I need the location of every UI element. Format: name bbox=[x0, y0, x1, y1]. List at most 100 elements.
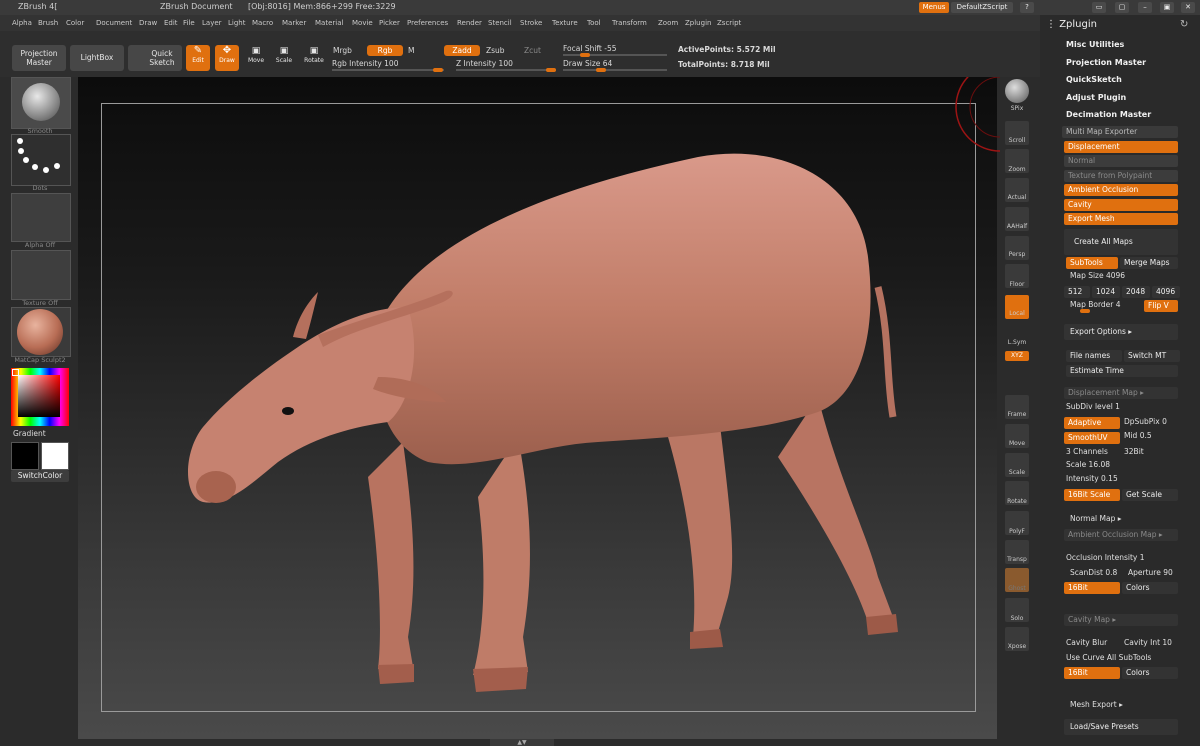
aahalf-label[interactable]: AAHalf bbox=[1003, 223, 1031, 230]
draw-size-knob[interactable] bbox=[596, 68, 606, 72]
cavity-map-button[interactable]: Cavity Map ▸ bbox=[1064, 614, 1178, 626]
edit-button[interactable]: ✎ Edit bbox=[186, 45, 210, 71]
menu-item[interactable]: Stencil bbox=[488, 19, 512, 27]
menu-item[interactable]: Render bbox=[457, 19, 482, 27]
color-picker[interactable] bbox=[11, 368, 69, 426]
menu-item[interactable]: Document bbox=[96, 19, 132, 27]
cavity-toggle[interactable]: Cavity bbox=[1064, 199, 1178, 211]
quicksketch-plugin-button[interactable]: QuickSketch bbox=[1066, 75, 1122, 84]
actual-label[interactable]: Actual bbox=[1003, 194, 1031, 201]
secondary-color-swatch[interactable] bbox=[41, 442, 69, 470]
switch-color-button[interactable]: SwitchColor bbox=[11, 470, 69, 482]
material-thumbnail[interactable] bbox=[11, 307, 71, 357]
menu-item[interactable]: Zplugin bbox=[685, 19, 711, 27]
file-names-button[interactable]: File names bbox=[1066, 350, 1122, 362]
cavity-colors-toggle[interactable]: Colors bbox=[1122, 667, 1178, 679]
lsym-label[interactable]: L.Sym bbox=[1003, 339, 1031, 346]
menu-item[interactable]: Marker bbox=[282, 19, 306, 27]
xyz-label[interactable]: XYZ bbox=[1003, 352, 1031, 359]
floor-label[interactable]: Floor bbox=[1003, 281, 1031, 288]
displacement-toggle[interactable]: Displacement bbox=[1064, 141, 1178, 153]
32bit-option[interactable]: 32Bit bbox=[1124, 447, 1144, 456]
refresh-icon[interactable]: ↻ bbox=[1180, 19, 1188, 30]
scroll-label[interactable]: Scroll bbox=[1003, 137, 1031, 144]
local-label[interactable]: Local bbox=[1003, 310, 1031, 317]
menu-item[interactable]: Light bbox=[228, 19, 245, 27]
map-size-1024[interactable]: 1024 bbox=[1092, 286, 1120, 298]
menu-item[interactable]: Brush bbox=[38, 19, 58, 27]
normal-map-button[interactable]: Normal Map ▸ bbox=[1070, 514, 1122, 523]
maximize-icon[interactable]: ▢ bbox=[1115, 2, 1129, 13]
scandist-slider[interactable]: ScanDist 0.8 bbox=[1070, 568, 1117, 577]
scale-button[interactable]: ▣ Scale bbox=[272, 45, 296, 71]
load-save-presets-button[interactable]: Load/Save Presets bbox=[1064, 719, 1178, 735]
menu-item[interactable]: Material bbox=[315, 19, 343, 27]
displacement-map-button[interactable]: Displacement Map ▸ bbox=[1064, 387, 1178, 399]
menu-item[interactable]: Draw bbox=[139, 19, 157, 27]
menu-item[interactable]: Picker bbox=[379, 19, 400, 27]
menu-item[interactable]: Zoom bbox=[658, 19, 678, 27]
layout-icon[interactable]: ▭ bbox=[1092, 2, 1106, 13]
merge-maps-button[interactable]: Merge Maps bbox=[1120, 257, 1178, 269]
menu-item[interactable]: Tool bbox=[587, 19, 601, 27]
stroke-thumbnail[interactable] bbox=[11, 134, 71, 186]
draw-button[interactable]: ✥ Draw bbox=[215, 45, 239, 71]
ao-colors-toggle[interactable]: Colors bbox=[1122, 582, 1178, 594]
color-square[interactable] bbox=[18, 375, 60, 417]
estimate-time-button[interactable]: Estimate Time bbox=[1066, 365, 1178, 377]
adaptive-toggle[interactable]: Adaptive bbox=[1064, 417, 1120, 429]
dpsubpix-slider[interactable]: DpSubPix 0 bbox=[1124, 417, 1167, 426]
quick-sketch-button[interactable]: Quick Sketch bbox=[128, 45, 182, 71]
move-view-label[interactable]: Move bbox=[1003, 440, 1031, 447]
m-toggle[interactable]: M bbox=[408, 46, 414, 55]
map-size-2048[interactable]: 2048 bbox=[1122, 286, 1150, 298]
frame-label[interactable]: Frame bbox=[1003, 411, 1031, 418]
rotate-view-label[interactable]: Rotate bbox=[1003, 498, 1031, 505]
rgb-intensity-slider[interactable]: Rgb Intensity 100 bbox=[332, 59, 398, 68]
xpose-label[interactable]: Xpose bbox=[1003, 643, 1031, 650]
minimize-icon[interactable]: – bbox=[1138, 2, 1152, 13]
brush-thumbnail[interactable] bbox=[11, 77, 71, 129]
polyf-label[interactable]: PolyF bbox=[1003, 528, 1031, 535]
projection-master-button[interactable]: Projection Master bbox=[12, 45, 66, 71]
menu-item[interactable]: Movie bbox=[352, 19, 373, 27]
texture-thumbnail[interactable] bbox=[11, 250, 71, 300]
transp-label[interactable]: Transp bbox=[1003, 556, 1031, 563]
ambient-occlusion-toggle[interactable]: Ambient Occlusion bbox=[1064, 184, 1178, 196]
menu-item[interactable]: Edit bbox=[164, 19, 178, 27]
main-color-swatch[interactable] bbox=[11, 442, 39, 470]
menu-item[interactable]: Preferences bbox=[407, 19, 448, 27]
occlusion-intensity-slider[interactable]: Occlusion Intensity 1 bbox=[1066, 553, 1145, 562]
flip-v-toggle[interactable]: Flip V bbox=[1144, 300, 1178, 312]
help-icon[interactable]: ? bbox=[1020, 2, 1034, 13]
z-intensity-slider[interactable]: Z Intensity 100 bbox=[456, 59, 513, 68]
ao-map-button[interactable]: Ambient Occlusion Map ▸ bbox=[1064, 529, 1178, 541]
get-scale-button[interactable]: Get Scale bbox=[1122, 489, 1178, 501]
mesh-export-button[interactable]: Mesh Export ▸ bbox=[1070, 700, 1123, 709]
cavity-int-slider[interactable]: Cavity Int 10 bbox=[1124, 638, 1172, 647]
menu-item[interactable]: Macro bbox=[252, 19, 273, 27]
rgb-toggle[interactable]: Rgb bbox=[367, 45, 403, 56]
cavity-16bit-toggle[interactable]: 16Bit bbox=[1064, 667, 1120, 679]
menu-item[interactable]: Color bbox=[66, 19, 84, 27]
export-options-button[interactable]: Export Options ▸ bbox=[1064, 324, 1178, 340]
mrgb-toggle[interactable]: Mrgb bbox=[333, 46, 352, 55]
zadd-toggle[interactable]: Zadd bbox=[444, 45, 480, 56]
multi-map-exporter-header[interactable]: Multi Map Exporter bbox=[1062, 126, 1178, 138]
scale-slider[interactable]: Scale 16.08 bbox=[1066, 460, 1110, 469]
map-border-slider[interactable]: Map Border 4 bbox=[1070, 300, 1121, 309]
alpha-thumbnail[interactable] bbox=[11, 193, 71, 242]
projection-master-plugin-button[interactable]: Projection Master bbox=[1066, 58, 1146, 67]
normal-toggle[interactable]: Normal bbox=[1064, 155, 1178, 167]
bottom-tray-handle[interactable]: ▲▼ bbox=[490, 739, 554, 746]
menu-item[interactable]: Layer bbox=[202, 19, 222, 27]
export-mesh-toggle[interactable]: Export Mesh bbox=[1064, 213, 1178, 225]
gradient-toggle[interactable]: Gradient bbox=[13, 429, 46, 438]
zcut-toggle[interactable]: Zcut bbox=[524, 46, 541, 55]
zoom-label[interactable]: Zoom bbox=[1003, 166, 1031, 173]
lightbox-button[interactable]: LightBox bbox=[70, 45, 124, 71]
move-button[interactable]: ▣ Move bbox=[244, 45, 268, 71]
solo-label[interactable]: Solo bbox=[1003, 615, 1031, 622]
smoothuv-toggle[interactable]: SmoothUV bbox=[1064, 432, 1120, 444]
intensity-slider[interactable]: Intensity 0.15 bbox=[1066, 474, 1118, 483]
